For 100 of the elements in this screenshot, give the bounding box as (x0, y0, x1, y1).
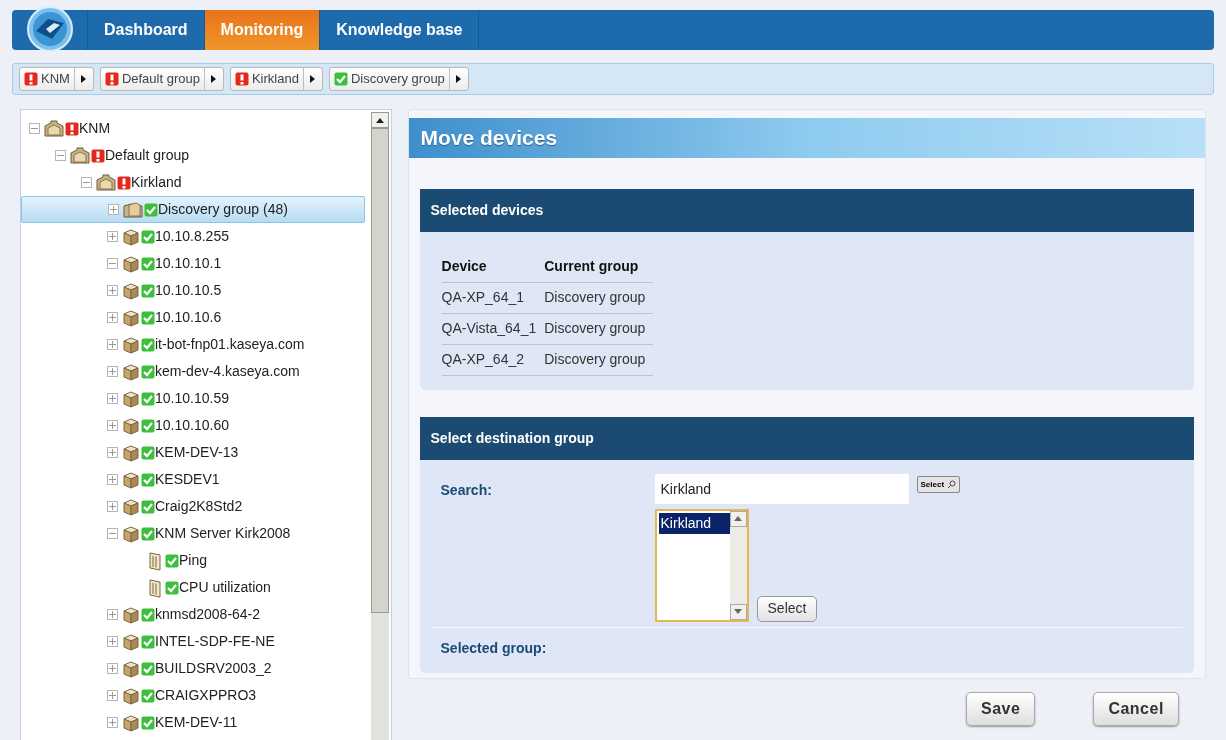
tree-item[interactable]: KEM-DEV-11 (21, 709, 365, 736)
table-cell: Discovery group (544, 282, 654, 313)
section-title: Select destination group (430, 428, 594, 448)
select-button[interactable]: Select (756, 595, 818, 622)
table-cell: Discovery group (544, 344, 654, 375)
expand-icon[interactable] (107, 690, 118, 701)
expand-icon[interactable] (107, 312, 118, 323)
expand-icon[interactable] (107, 474, 118, 485)
tree-item[interactable]: 10.10.10.60 (21, 412, 365, 439)
tree-item[interactable]: INTEL-SDP-FE-NE (21, 628, 365, 655)
cube-icon (121, 308, 141, 327)
tree-label: it-bot-fnp01.kaseya.com (155, 335, 305, 354)
tree-label: knmsd2008-64-2 (155, 605, 261, 624)
cube-icon (121, 470, 141, 489)
list-option[interactable]: Kirkland (658, 512, 730, 534)
tree-item[interactable]: it-bot-fnp01.kaseya.com (21, 331, 365, 358)
collapse-icon[interactable] (107, 528, 118, 539)
tree-item[interactable]: Ping (21, 547, 365, 574)
group-listbox[interactable]: Kirkland (654, 508, 749, 622)
cube-icon (121, 659, 141, 678)
expand-icon[interactable] (107, 393, 118, 404)
expand-icon[interactable] (107, 717, 118, 728)
expand-icon[interactable] (107, 501, 118, 512)
dialog-button[interactable]: Cancel (1093, 692, 1179, 726)
cube-icon (121, 605, 141, 624)
collapse-icon[interactable] (81, 177, 92, 188)
tree-item[interactable]: knmsd2008-64-2 (21, 601, 365, 628)
table-cell: QA-XP_64_1 (441, 282, 545, 313)
scroll-up-icon[interactable] (729, 510, 747, 527)
tree-label: KEM-DEV-11 (155, 713, 238, 732)
cube-icon (121, 254, 141, 273)
dialog-button[interactable]: Save (966, 692, 1036, 726)
expand-icon[interactable] (107, 339, 118, 350)
tree-label: CPU utilization (179, 578, 271, 597)
tree-item[interactable]: Kirkland (21, 169, 365, 196)
tree-item[interactable]: 10.10.8.255 (21, 223, 365, 250)
tree-item[interactable]: KNM Server Kirk2008 (21, 520, 365, 547)
expand-icon[interactable] (107, 420, 118, 431)
tree-label: CRAIGXPPRO3 (155, 686, 257, 705)
tree-item[interactable]: Craig2K8Std2 (21, 493, 365, 520)
collapse-icon[interactable] (29, 123, 40, 134)
expand-icon[interactable] (107, 231, 118, 242)
breadcrumb-label: Default group (121, 70, 200, 89)
collapse-icon[interactable] (107, 258, 118, 269)
expand-icon[interactable] (107, 636, 118, 647)
expand-icon[interactable] (108, 204, 119, 215)
tree-item[interactable]: CRAIGXPPRO3 (21, 682, 365, 709)
tree-item[interactable]: KEM-DEV-13 (21, 439, 365, 466)
tree-label: 10.10.10.59 (155, 389, 229, 408)
tree-label: KNM (79, 119, 111, 138)
tree-item[interactable]: 10.10.10.1 (21, 250, 365, 277)
search-label: Search: (440, 480, 493, 500)
tree-item[interactable]: 10.10.10.5 (21, 277, 365, 304)
scroll-down-icon[interactable] (729, 603, 747, 620)
tree-label: KEM-DEV-13 (155, 443, 239, 462)
expand-icon[interactable] (107, 663, 118, 674)
tree-label: Craig2K8Std2 (155, 497, 243, 516)
search-icon (947, 480, 957, 489)
tree-label: 10.10.10.60 (155, 416, 229, 435)
breadcrumb-label: Kirkland (251, 70, 299, 89)
breadcrumb-label: KNM (41, 70, 70, 89)
scroll-up-icon[interactable] (370, 112, 389, 128)
cube-icon (121, 497, 141, 516)
tree-item[interactable]: KNM (21, 115, 365, 142)
scroll-thumb[interactable] (370, 128, 389, 613)
tree-item[interactable]: BUILDSRV2003_2 (21, 655, 365, 682)
cube-icon (121, 443, 141, 462)
boxes-icon (95, 173, 117, 192)
cube-icon (121, 713, 141, 732)
tree-label: Kirkland (131, 173, 182, 192)
table-cell: QA-XP_64_2 (441, 344, 545, 375)
nav-tab[interactable]: Dashboard (88, 10, 205, 50)
tree-label: 10.10.10.5 (155, 281, 222, 300)
cube-icon (121, 281, 141, 300)
boxes-icon (69, 146, 91, 165)
tree-item[interactable]: Discovery group (48) (21, 196, 365, 223)
search-field[interactable]: Kirkland (654, 473, 909, 504)
expand-icon[interactable] (107, 447, 118, 458)
logo-icon[interactable] (25, 5, 74, 53)
boxes-icon (43, 119, 65, 138)
collapse-icon[interactable] (55, 150, 66, 161)
section-title: Selected devices (430, 201, 544, 220)
tree-item[interactable]: KESDEV1 (21, 466, 365, 493)
expand-icon[interactable] (107, 366, 118, 377)
expand-icon[interactable] (107, 285, 118, 296)
table-cell: Discovery group (544, 313, 654, 344)
scrollbar[interactable] (370, 112, 389, 740)
tree-item[interactable]: CPU utilization (21, 574, 365, 601)
search-select-button[interactable]: Select (916, 476, 961, 493)
tree-label: INTEL-SDP-FE-NE (155, 632, 275, 651)
cube-icon (121, 335, 141, 354)
cube-icon (121, 389, 141, 408)
nav-tab[interactable]: Knowledge base (320, 10, 480, 50)
tree-item[interactable]: Default group (21, 142, 365, 169)
cube-icon (121, 362, 141, 381)
tree-item[interactable]: 10.10.10.59 (21, 385, 365, 412)
expand-icon[interactable] (107, 609, 118, 620)
tree-item[interactable]: kem-dev-4.kaseya.com (21, 358, 365, 385)
column-header: Current group (544, 252, 654, 282)
tree-item[interactable]: 10.10.10.6 (21, 304, 365, 331)
